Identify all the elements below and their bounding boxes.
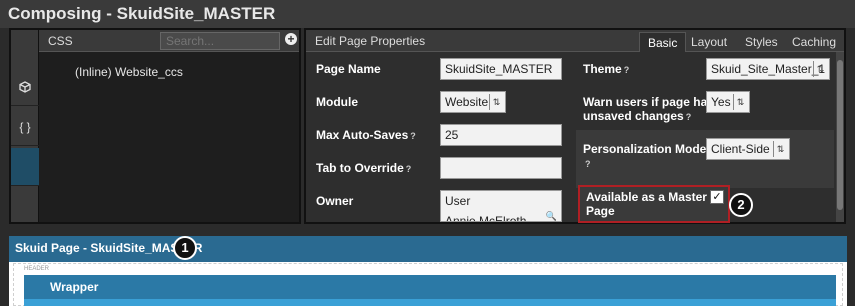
- max-autosaves-label: Max Auto-Saves?: [316, 128, 416, 143]
- search-icon[interactable]: 🔍: [546, 209, 557, 221]
- wrapper-label: Wrapper: [50, 280, 99, 294]
- owner-lookup[interactable]: User Annie McElroth 🔍: [440, 190, 562, 222]
- help-icon[interactable]: ?: [585, 159, 591, 169]
- help-icon[interactable]: ?: [624, 65, 630, 75]
- css-search-input[interactable]: [160, 32, 280, 50]
- module-label: Module: [316, 95, 358, 109]
- module-value: Website: [445, 95, 489, 109]
- master-page-checkbox[interactable]: ✓: [710, 190, 724, 204]
- max-autosaves-text: Max Auto-Saves: [316, 128, 409, 142]
- app-title: Composing - SkuidSite_MASTER: [8, 4, 276, 23]
- tab-override-text: Tab to Override: [316, 161, 404, 175]
- callout-badge-1: 1: [173, 236, 197, 260]
- tab-layout[interactable]: Layout: [683, 32, 735, 52]
- page-canvas: Skuid Page - SkuidSite_MASTER HEADER Wra…: [9, 236, 847, 306]
- help-icon[interactable]: ?: [406, 164, 412, 174]
- warn-users-value: Yes: [711, 95, 731, 109]
- active-tab[interactable]: [11, 148, 39, 186]
- master-page-line1: Available as a Master: [586, 190, 707, 204]
- personalization-value: Client-Side: [711, 142, 770, 156]
- scrollbar[interactable]: [836, 52, 844, 222]
- owner-value: User: [445, 194, 471, 208]
- theme-label: Theme?: [583, 62, 629, 77]
- personalization-text: Personalization Mode: [583, 142, 707, 156]
- module-select[interactable]: Website ⇅: [440, 91, 506, 113]
- warn-users-line2: unsaved changes: [583, 109, 684, 123]
- wrapper-body[interactable]: [24, 299, 836, 306]
- header-region-label: HEADER: [24, 266, 50, 272]
- help-icon[interactable]: ?: [686, 112, 692, 122]
- css-label: CSS: [48, 34, 73, 48]
- master-page-line2: Page: [586, 204, 615, 218]
- select-caret-icon: ⇅: [733, 94, 747, 110]
- page-properties-panel: Edit Page Properties Basic Layout Styles…: [304, 28, 846, 224]
- cube-icon[interactable]: [11, 68, 39, 106]
- tab-override-input[interactable]: [440, 157, 562, 179]
- theme-value: Skuid_Site_Master_1: [711, 62, 826, 76]
- warn-users-line1: Warn users if page has: [583, 95, 714, 109]
- warn-users-select[interactable]: Yes ⇅: [706, 91, 750, 113]
- personalization-label: Personalization Mode ?: [583, 142, 706, 171]
- header-region[interactable]: HEADER Wrapper: [13, 263, 843, 306]
- select-caret-icon: ⇅: [773, 141, 787, 157]
- title-bar: Composing - SkuidSite_MASTER: [0, 0, 855, 28]
- theme-text: Theme: [583, 62, 622, 76]
- personalization-select[interactable]: Client-Side ⇅: [706, 138, 790, 160]
- css-header: CSS +: [39, 30, 299, 52]
- warn-users-label: Warn users if page has unsaved changes?: [583, 95, 714, 124]
- wrapper-component[interactable]: Wrapper: [24, 275, 836, 299]
- page-name-input[interactable]: SkuidSite_MASTER: [440, 58, 562, 80]
- owner-label: Owner: [316, 194, 354, 208]
- owner-secondary-value: Annie McElroth: [445, 214, 527, 222]
- callout-badge-2: 2: [729, 193, 753, 217]
- select-caret-icon: ⇅: [813, 61, 827, 77]
- css-list-item[interactable]: (Inline) Website_ccs: [75, 65, 183, 79]
- tab-basic[interactable]: Basic: [639, 32, 687, 52]
- master-page-highlight: Available as a Master Page ✓: [578, 185, 730, 223]
- tab-caching[interactable]: Caching: [784, 32, 844, 52]
- page-name-label: Page Name: [316, 62, 381, 76]
- tab-styles[interactable]: Styles: [737, 32, 786, 52]
- scrollbar-thumb[interactable]: [837, 60, 843, 210]
- select-caret-icon: ⇅: [489, 94, 503, 110]
- icon-rail: { }: [11, 30, 39, 222]
- help-icon[interactable]: ?: [410, 131, 416, 141]
- master-page-label: Available as a Master Page: [586, 190, 707, 218]
- max-autosaves-input[interactable]: 25: [440, 124, 562, 146]
- tab-override-label: Tab to Override?: [316, 161, 411, 176]
- page-header-bar: Skuid Page - SkuidSite_MASTER: [9, 236, 847, 262]
- props-header: Edit Page Properties Basic Layout Styles…: [306, 30, 844, 52]
- theme-select[interactable]: Skuid_Site_Master_1 ⇅: [706, 58, 830, 80]
- css-panel: { } CSS + (Inline) Website_ccs: [9, 28, 301, 224]
- plus-circle-icon[interactable]: +: [285, 33, 297, 45]
- props-title: Edit Page Properties: [315, 34, 426, 48]
- curly-braces-icon[interactable]: { }: [11, 108, 39, 146]
